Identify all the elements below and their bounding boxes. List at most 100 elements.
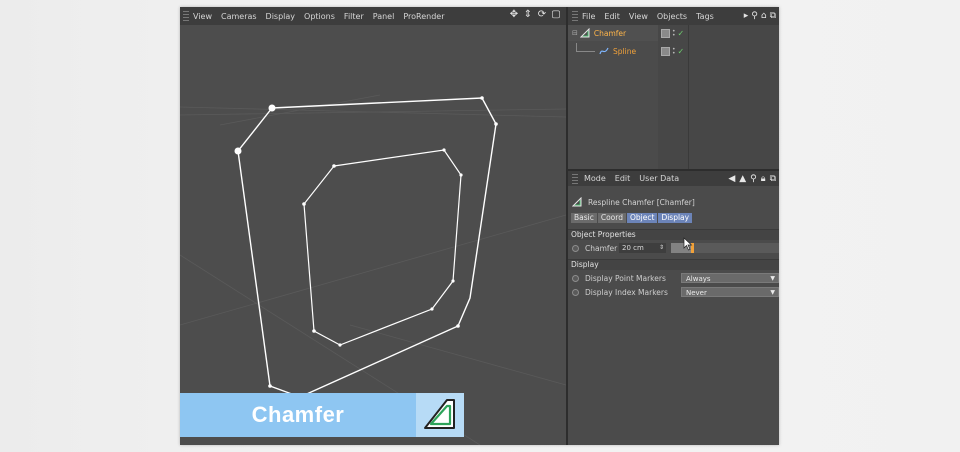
spline-icon bbox=[599, 47, 609, 55]
object-flags-spline: • • ✓ bbox=[661, 46, 685, 56]
tab-object[interactable]: Object bbox=[627, 213, 658, 223]
viewport-menu-view[interactable]: View bbox=[193, 12, 212, 21]
tab-basic[interactable]: Basic bbox=[571, 213, 597, 223]
panel-grip-icon[interactable] bbox=[572, 173, 578, 184]
enabled-check-icon[interactable]: ✓ bbox=[678, 29, 685, 38]
display-index-markers-dropdown[interactable]: Never ▼ bbox=[681, 287, 779, 297]
object-name[interactable]: Spline bbox=[613, 47, 636, 56]
viewport-menu-panel[interactable]: Panel bbox=[373, 12, 395, 21]
viewport-menu-prorender[interactable]: ProRender bbox=[403, 12, 444, 21]
maximize-icon[interactable]: ▢ bbox=[550, 9, 562, 21]
search-icon[interactable]: ⚲ bbox=[751, 11, 758, 21]
spline-point[interactable] bbox=[494, 122, 498, 126]
layer-icon[interactable] bbox=[661, 47, 670, 56]
spline-point[interactable] bbox=[268, 104, 276, 112]
spline-point[interactable] bbox=[451, 279, 455, 283]
display-point-markers-dropdown[interactable]: Always ▼ bbox=[681, 273, 779, 283]
am-menu-mode[interactable]: Mode bbox=[584, 174, 606, 183]
attribute-manager: Mode Edit User Data ◀ ▲ ⚲ 🔒︎ ⧉ Respline … bbox=[568, 171, 779, 445]
display-index-markers-label: Display Index Markers bbox=[585, 287, 668, 297]
viewport-menu-options[interactable]: Options bbox=[304, 12, 335, 21]
tree-expand-icon[interactable]: ⊟ bbox=[572, 29, 578, 37]
section-object-properties[interactable]: Object Properties bbox=[568, 229, 779, 240]
panel-grip-icon[interactable] bbox=[572, 11, 578, 21]
viewport-menu-cameras[interactable]: Cameras bbox=[221, 12, 257, 21]
home-icon[interactable]: ⌂ bbox=[761, 11, 767, 21]
om-menu-edit[interactable]: Edit bbox=[604, 12, 620, 21]
chamfer-input[interactable]: 20 cm ⇕ bbox=[619, 243, 666, 253]
chamfer-property-row: Chamfer 20 cm ⇕ bbox=[572, 243, 666, 253]
panel-grip-icon[interactable] bbox=[183, 11, 189, 21]
visibility-dots-icon[interactable]: • • bbox=[672, 28, 676, 38]
lock-icon[interactable]: 🔒︎ bbox=[761, 174, 766, 184]
om-toolbar: ▸ ⚲ ⌂ ⧉ bbox=[744, 11, 776, 21]
chamfer-value: 20 cm bbox=[622, 244, 644, 252]
object-title-text: Respline Chamfer [Chamfer] bbox=[588, 197, 695, 207]
object-manager: File Edit View Objects Tags ▸ ⚲ ⌂ ⧉ ⊟ Ch… bbox=[568, 7, 779, 169]
display-point-markers-row: Display Point Markers Always ▼ bbox=[572, 273, 779, 283]
up-arrow-icon[interactable]: ▲ bbox=[739, 174, 746, 184]
am-menu-edit[interactable]: Edit bbox=[615, 174, 631, 183]
new-window-icon[interactable]: ⧉ bbox=[770, 174, 776, 184]
spline-point[interactable] bbox=[456, 324, 460, 328]
object-flags-column: • • ✓ • • ✓ bbox=[658, 25, 689, 169]
section-display[interactable]: Display bbox=[568, 259, 779, 270]
viewport-background bbox=[180, 25, 566, 445]
cinema4d-window: View Cameras Display Options Filter Pane… bbox=[180, 7, 779, 445]
om-menu-objects[interactable]: Objects bbox=[657, 12, 687, 21]
object-list: ⊟ Chamfer Spline bbox=[568, 25, 658, 169]
banner-title: Chamfer bbox=[251, 402, 345, 427]
object-flags-chamfer: • • ✓ bbox=[661, 28, 685, 38]
object-tags-column bbox=[689, 25, 779, 169]
viewport-menu-filter[interactable]: Filter bbox=[344, 12, 364, 21]
object-row-spline[interactable]: Spline bbox=[568, 42, 658, 59]
spline-point[interactable] bbox=[268, 384, 272, 388]
chamfer-icon bbox=[424, 399, 455, 429]
viewport-nav-icons: ✥ ⇕ ⟳ ▢ bbox=[508, 9, 562, 21]
animate-radio[interactable] bbox=[572, 244, 579, 252]
arrow-right-icon[interactable]: ▸ bbox=[744, 11, 749, 21]
om-menu-view[interactable]: View bbox=[629, 12, 648, 21]
viewport-menu-bar: View Cameras Display Options Filter Pane… bbox=[180, 7, 566, 25]
display-point-markers-label: Display Point Markers bbox=[585, 273, 666, 283]
dropdown-value: Always bbox=[686, 275, 711, 283]
tab-coord[interactable]: Coord bbox=[597, 213, 626, 223]
dropdown-value: Never bbox=[686, 289, 707, 297]
animate-radio[interactable] bbox=[572, 274, 579, 282]
layer-icon[interactable] bbox=[661, 29, 670, 38]
om-menu-tags[interactable]: Tags bbox=[696, 12, 714, 21]
spline-point[interactable] bbox=[430, 307, 434, 311]
viewport-panel[interactable]: View Cameras Display Options Filter Pane… bbox=[180, 7, 566, 445]
new-window-icon[interactable]: ⧉ bbox=[770, 11, 776, 21]
stepper-icon[interactable]: ⇕ bbox=[659, 243, 664, 253]
spline-point[interactable] bbox=[459, 173, 463, 177]
chamfer-icon bbox=[579, 28, 590, 38]
object-manager-menu-bar: File Edit View Objects Tags ▸ ⚲ ⌂ ⧉ bbox=[568, 7, 779, 25]
object-name[interactable]: Chamfer bbox=[594, 29, 626, 38]
object-row-chamfer[interactable]: ⊟ Chamfer bbox=[568, 25, 658, 41]
chamfer-label: Chamfer bbox=[585, 243, 618, 253]
move-icon[interactable]: ✥ bbox=[508, 9, 520, 21]
zoom-icon[interactable]: ⇕ bbox=[522, 9, 534, 21]
chamfer-title-banner: Chamfer bbox=[180, 393, 464, 437]
spline-point[interactable] bbox=[234, 147, 242, 155]
spline-point[interactable] bbox=[332, 164, 336, 168]
search-icon[interactable]: ⚲ bbox=[750, 174, 757, 184]
spline-point[interactable] bbox=[442, 148, 446, 152]
attribute-manager-menu-bar: Mode Edit User Data ◀ ▲ ⚲ 🔒︎ ⧉ bbox=[568, 171, 779, 186]
animate-radio[interactable] bbox=[572, 288, 579, 296]
spline-point[interactable] bbox=[312, 329, 316, 333]
rotate-icon[interactable]: ⟳ bbox=[536, 9, 548, 21]
viewport-menu-display[interactable]: Display bbox=[266, 12, 296, 21]
om-menu-file[interactable]: File bbox=[582, 12, 595, 21]
spline-point[interactable] bbox=[302, 202, 306, 206]
am-menu-user-data[interactable]: User Data bbox=[639, 174, 679, 183]
tab-display[interactable]: Display bbox=[658, 213, 693, 223]
viewport-canvas[interactable] bbox=[180, 25, 566, 445]
mouse-cursor-icon bbox=[683, 237, 693, 251]
spline-point[interactable] bbox=[338, 343, 342, 347]
enabled-check-icon[interactable]: ✓ bbox=[678, 47, 685, 56]
visibility-dots-icon[interactable]: • • bbox=[672, 46, 676, 56]
back-arrow-icon[interactable]: ◀ bbox=[728, 174, 735, 184]
spline-point[interactable] bbox=[480, 96, 484, 100]
